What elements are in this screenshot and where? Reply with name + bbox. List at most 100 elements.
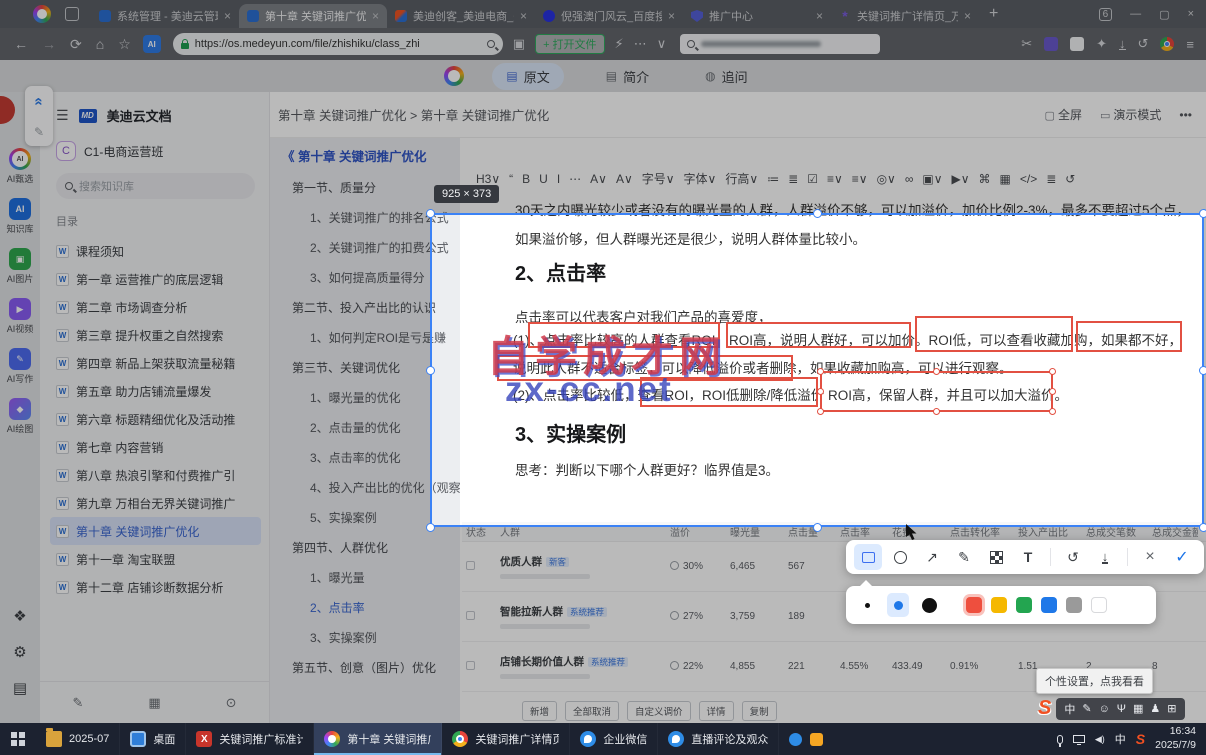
class-selector[interactable]: C C1-电商运营班	[56, 141, 255, 161]
capture-handle-nw[interactable]	[426, 209, 435, 218]
chapter-list-item[interactable]: W 第六章 标题精细优化及活动推	[50, 405, 261, 433]
browser-tab-2-active[interactable]: 第十章 关键词推广优化 ×	[239, 4, 387, 28]
profile-chrome-icon[interactable]	[1160, 37, 1175, 51]
chapter-list-item[interactable]: W 第八章 热浪引擎和付费推广引	[50, 461, 261, 489]
editor-toolbar-icon[interactable]: ⌘	[979, 172, 991, 186]
toc-item[interactable]: 3、点击率的优化	[282, 443, 460, 473]
chapter-list-item[interactable]: W 第七章 内容营销	[50, 433, 261, 461]
fullscreen-button[interactable]: ▢ 全屏	[1045, 106, 1082, 123]
chapter-list-item[interactable]: W 第四章 新品上架获取流量秘籍	[50, 349, 261, 377]
toc-title[interactable]: 《 第十章 关键词推广优化	[282, 146, 460, 165]
tab-close-icon[interactable]: ×	[520, 9, 527, 23]
editor-toolbar-icon[interactable]: ≔	[767, 172, 779, 186]
open-file-button[interactable]: + 打开文件	[535, 34, 605, 54]
cancel-button[interactable]: ×	[1136, 544, 1164, 570]
chapter-list-item[interactable]: W 第一章 运营推广的底层逻辑	[50, 265, 261, 293]
toc-item[interactable]: 3、如何提高质量得分	[282, 263, 460, 293]
ime-pen-icon[interactable]: ✎	[1082, 702, 1091, 715]
taskbar-item[interactable]: 企业微信	[570, 723, 659, 755]
tab-count-badge[interactable]: 6	[1098, 7, 1113, 21]
ime-keyboard-icon[interactable]: ▦	[1133, 702, 1143, 715]
editor-toolbar-icon[interactable]: “	[509, 172, 513, 186]
editor-toolbar-icon[interactable]: A∨	[590, 172, 607, 186]
extensions-puzzle-icon[interactable]: ✦	[1096, 36, 1107, 52]
sidebar-item-ai-video[interactable]: ▶ AI视频	[7, 298, 33, 335]
toc-item[interactable]: 2、点击率	[282, 593, 460, 623]
start-button[interactable]	[0, 723, 36, 755]
color-swatch-white[interactable]	[1091, 597, 1107, 613]
text-tool[interactable]: T	[1014, 544, 1042, 570]
editor-toolbar-icon[interactable]: ◎∨	[877, 172, 896, 186]
toc-item[interactable]: 4、投入产出比的优化（观察7天/15	[282, 473, 496, 503]
ai-extension-icon[interactable]: AI	[142, 35, 161, 53]
editor-toolbar-icon[interactable]: ↺	[1065, 172, 1075, 186]
browser-tab-3[interactable]: 美迪创客_美迪电商_美 ×	[387, 4, 535, 28]
hamburger-icon[interactable]: ☰	[56, 107, 69, 124]
window-minimize-button[interactable]: —	[1130, 8, 1141, 20]
sidebar-item-ai-drawing[interactable]: ◆ AI绘图	[7, 398, 33, 435]
home-button[interactable]: ⌂	[96, 36, 104, 52]
forward-button[interactable]: →	[42, 36, 56, 52]
undo-button[interactable]: ↺	[1059, 544, 1087, 570]
toolbox-icon[interactable]: ▤	[13, 679, 27, 697]
window-close-button[interactable]: ×	[1188, 8, 1194, 20]
screenshot-scissors-icon[interactable]: ✂	[1021, 36, 1032, 52]
table-action-button[interactable]: 详情	[698, 701, 734, 721]
taskbar-item[interactable]: 第十章 关键词推广...	[314, 723, 443, 755]
table-action-button[interactable]: 全部取消	[565, 701, 620, 721]
capture-handle-w[interactable]	[426, 366, 435, 375]
pen-tool[interactable]: ✎	[950, 544, 978, 570]
chapter-list-item[interactable]: W 课程须知	[50, 237, 261, 265]
capture-handle-ne[interactable]	[1199, 209, 1206, 218]
editor-toolbar-icon[interactable]: B	[522, 172, 530, 186]
sidebar-item-knowledge[interactable]: AI 知识库	[6, 198, 34, 235]
editor-toolbar-icon[interactable]: ▶∨	[952, 172, 970, 186]
download-button[interactable]: ↓	[1091, 544, 1119, 570]
editor-toolbar-icon[interactable]: 行高∨	[725, 170, 758, 187]
ime-indicator[interactable]: 中	[1115, 731, 1126, 747]
size-large[interactable]	[918, 593, 940, 617]
editor-toolbar-icon[interactable]: </>	[1020, 172, 1037, 186]
editor-toolbar-icon[interactable]: ≡∨	[827, 172, 843, 186]
table-action-button[interactable]: 新增	[522, 701, 558, 721]
power-icon[interactable]: ⊙	[226, 695, 237, 711]
search-icon[interactable]	[486, 40, 495, 48]
editor-toolbar-icon[interactable]: 字体∨	[684, 170, 717, 187]
color-swatch-green[interactable]	[1016, 597, 1032, 613]
row-checkbox[interactable]	[466, 610, 475, 620]
tab-ask-followup[interactable]: ◍ 追问	[691, 63, 762, 90]
editor-toolbar-icon[interactable]: H3∨	[476, 172, 500, 186]
gear-icon[interactable]: ⚙	[13, 643, 26, 661]
rect-tool[interactable]	[854, 544, 882, 570]
editor-toolbar-icon[interactable]: ▣∨	[922, 172, 942, 186]
capture-handle-s[interactable]	[813, 523, 822, 532]
taskbar-item[interactable]: 关键词推广标准计...	[186, 723, 315, 755]
color-swatch-blue[interactable]	[1041, 597, 1057, 613]
size-medium[interactable]	[887, 593, 909, 617]
editor-toolbar-icon[interactable]: ≡∨	[852, 172, 868, 186]
notes-extension-icon[interactable]	[1070, 37, 1085, 51]
premium-edit-icon[interactable]	[670, 561, 679, 570]
row-checkbox[interactable]	[466, 660, 475, 670]
tab-close-icon[interactable]: ×	[668, 9, 675, 23]
address-bar[interactable]: https://os.medeyun.com/file/zhishiku/cla…	[172, 33, 503, 55]
browser-tab-1[interactable]: 系统管理 - 美迪云管理 ×	[91, 4, 239, 28]
premium-edit-icon[interactable]	[670, 661, 679, 670]
taskbar-item[interactable]: 直播评论及观众	[658, 723, 780, 755]
bookmark-icon[interactable]: ☆	[118, 36, 131, 53]
ime-skin-icon[interactable]: ♟	[1150, 702, 1160, 715]
annotation-rect[interactable]	[915, 316, 1073, 352]
chapter-list-item[interactable]: W 第二章 市场调查分析	[50, 293, 261, 321]
annotation-rect[interactable]	[1076, 321, 1182, 352]
toc-item[interactable]: 2、点击量的优化	[282, 413, 460, 443]
downloads-icon[interactable]: ↓	[1119, 37, 1126, 50]
sogou-tray-icon[interactable]: S	[1136, 731, 1145, 747]
color-swatch-yellow[interactable]	[991, 597, 1007, 613]
capture-handle-se[interactable]	[1199, 523, 1206, 532]
wecom-mini-icon[interactable]	[789, 732, 803, 746]
chevron-down-icon[interactable]: ∨	[657, 36, 667, 52]
ime-lang-toggle[interactable]: 中	[1064, 701, 1075, 717]
capture-handle-e[interactable]	[1199, 366, 1206, 375]
editor-toolbar-icon[interactable]: U	[539, 172, 548, 186]
chapter-list-item[interactable]: W 第五章 助力店铺流量爆发	[50, 377, 261, 405]
